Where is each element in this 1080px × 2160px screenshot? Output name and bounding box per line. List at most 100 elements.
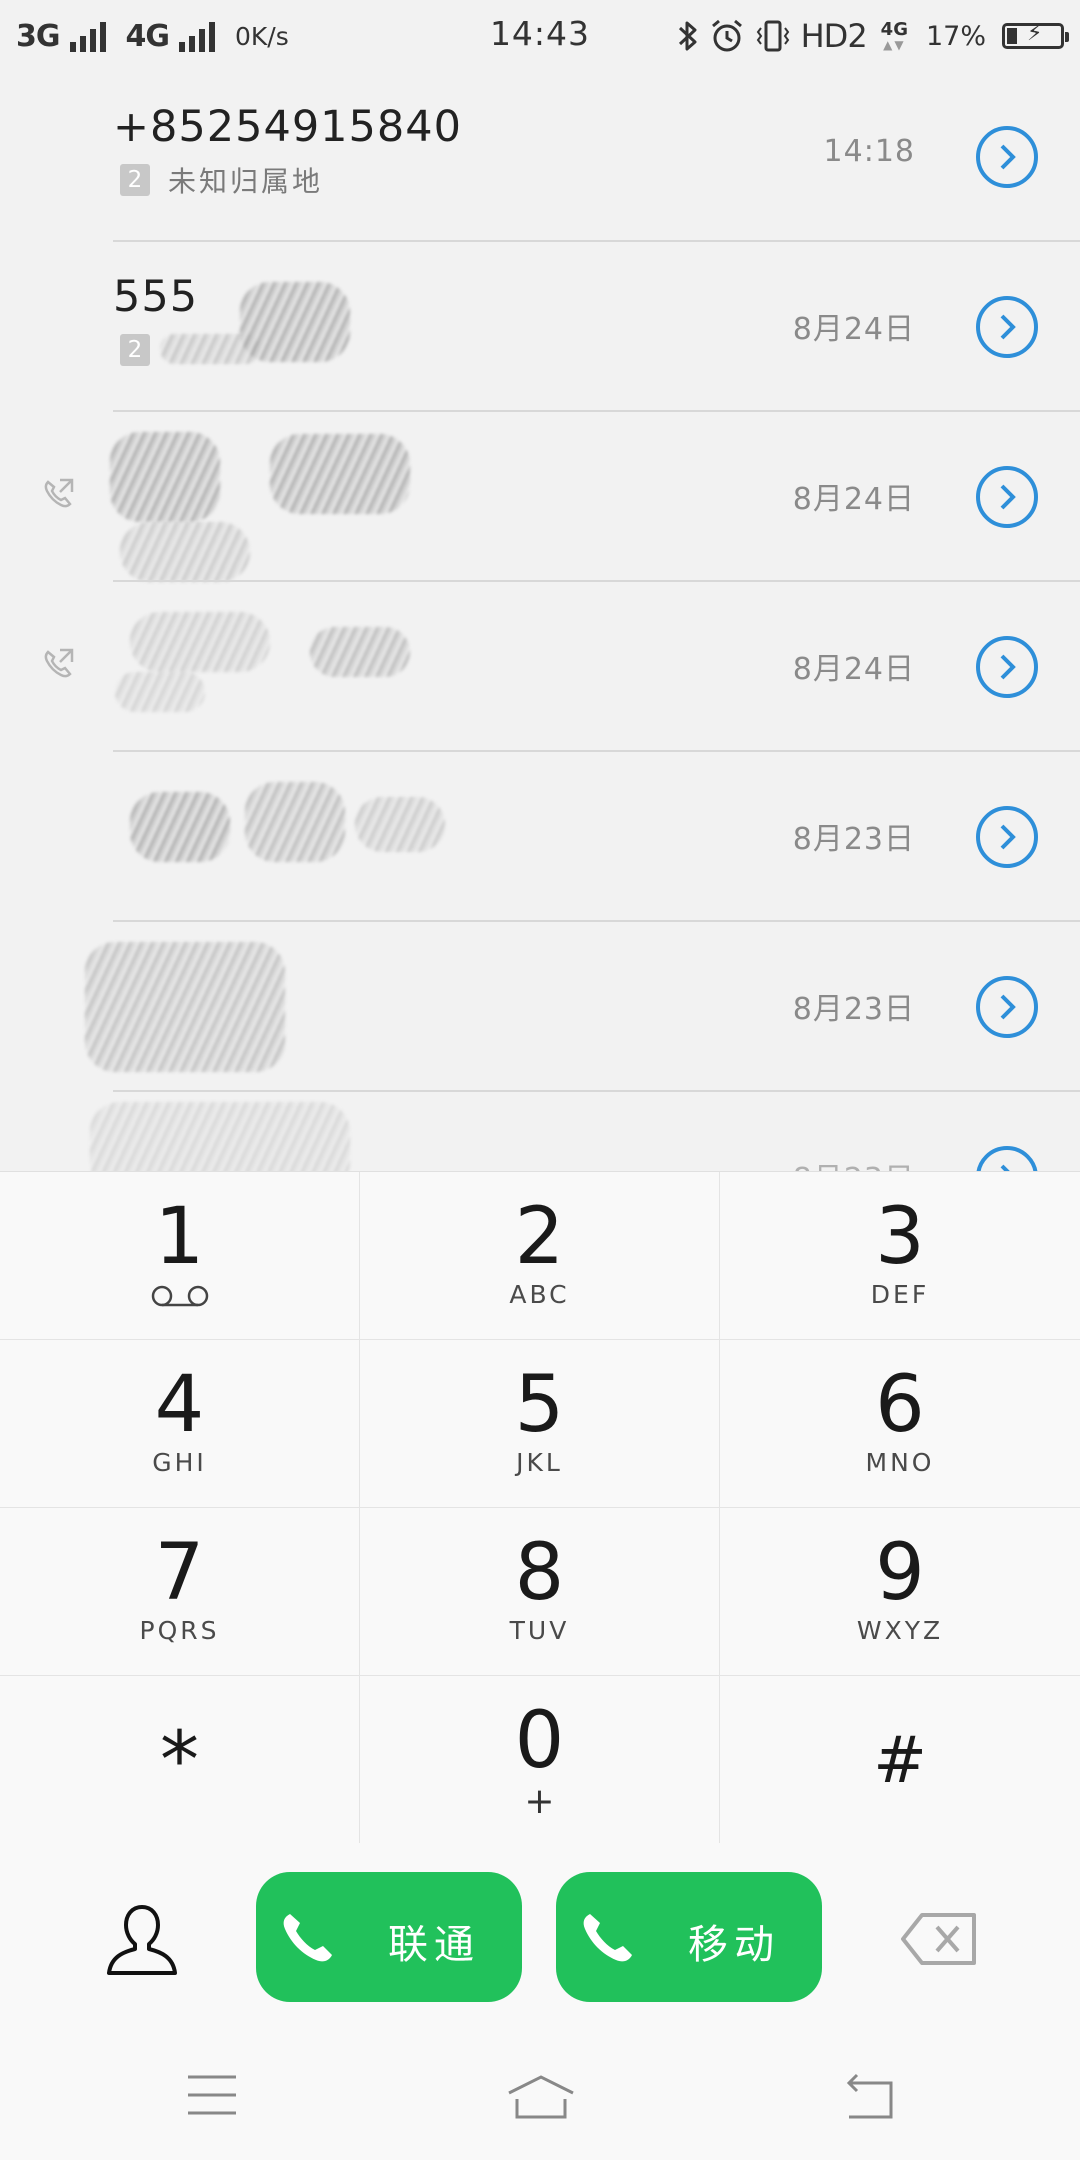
call-detail-button[interactable] bbox=[976, 1146, 1038, 1172]
key-letters: PQRS bbox=[139, 1616, 220, 1645]
call-detail-button[interactable] bbox=[976, 976, 1038, 1038]
dialpad-key-1[interactable]: 1 bbox=[0, 1172, 360, 1340]
dialpad-key-hash[interactable]: # bbox=[720, 1676, 1080, 1844]
outgoing-call-icon bbox=[44, 478, 74, 508]
call-detail-button[interactable] bbox=[976, 806, 1038, 868]
redaction-scribble bbox=[90, 1102, 350, 1172]
back-icon[interactable] bbox=[843, 2073, 895, 2121]
call-time: 8月23日 bbox=[792, 822, 915, 857]
call-log-list[interactable]: +85254915840 2 未知归属地 14:18 555 2 8月24日 8… bbox=[0, 72, 1080, 1172]
bluetooth-icon bbox=[678, 21, 697, 51]
alarm-icon bbox=[711, 19, 742, 52]
call-time-partial: 8月23日 bbox=[793, 1154, 915, 1172]
key-letters: TUV bbox=[509, 1616, 570, 1645]
dialpad-key-5[interactable]: 5 JKL bbox=[360, 1340, 720, 1508]
chevron-right-icon bbox=[1000, 314, 1016, 340]
key-letters: + bbox=[524, 1781, 555, 1822]
call-number: +85254915840 bbox=[113, 102, 462, 152]
key-digit: 6 bbox=[875, 1360, 925, 1450]
key-letters: GHI bbox=[152, 1448, 207, 1477]
dialpad-key-7[interactable]: 7 PQRS bbox=[0, 1508, 360, 1676]
dialpad-key-8[interactable]: 8 TUV bbox=[360, 1508, 720, 1676]
home-icon[interactable] bbox=[505, 2073, 577, 2121]
key-digit: 8 bbox=[514, 1528, 565, 1618]
call-time: 8月24日 bbox=[792, 482, 915, 517]
outgoing-call-icon bbox=[44, 648, 74, 678]
chevron-right-icon bbox=[1000, 824, 1016, 850]
key-digit: * bbox=[160, 1716, 199, 1806]
dialpad: 1 2 ABC 3 DEF 4 GHI 5 JKL 6 MNO 7 PQRS 8… bbox=[0, 1171, 1080, 1844]
call-log-row[interactable]: +85254915840 2 未知归属地 14:18 bbox=[0, 72, 1080, 242]
chevron-right-icon bbox=[1000, 994, 1016, 1020]
battery-percent: 17% bbox=[925, 20, 986, 52]
dialpad-key-star[interactable]: * bbox=[0, 1676, 360, 1844]
dialpad-key-4[interactable]: 4 GHI bbox=[0, 1340, 360, 1508]
call-detail-button[interactable] bbox=[976, 296, 1038, 358]
key-letters: JKL bbox=[516, 1448, 563, 1477]
action-bar: 联通 移动 bbox=[0, 1843, 1080, 2033]
call-detail-button[interactable] bbox=[976, 126, 1038, 188]
redaction-scribble bbox=[130, 792, 230, 862]
dialpad-key-0[interactable]: 0 + bbox=[360, 1676, 720, 1844]
call-time: 8月24日 bbox=[792, 312, 915, 347]
key-letters: WXYZ bbox=[856, 1616, 944, 1645]
sim-badge: 2 bbox=[120, 334, 150, 366]
call-log-row[interactable]: 8月23日 bbox=[0, 1092, 1080, 1172]
key-digit: 7 bbox=[154, 1528, 205, 1618]
chevron-right-icon bbox=[1000, 654, 1016, 680]
key-digit: 0 bbox=[514, 1696, 565, 1786]
redaction-scribble bbox=[115, 672, 205, 712]
call-log-row[interactable]: 8月24日 bbox=[0, 582, 1080, 752]
redaction-scribble bbox=[245, 782, 345, 862]
dialer-screen: 3G 4G 0K/s 14:43 HD2 4G ▲▼ 17% ⚡ +852549… bbox=[0, 0, 1080, 2160]
battery-charging-icon: ⚡ bbox=[1002, 21, 1069, 49]
data-network-label: 4G bbox=[880, 19, 908, 40]
dialpad-key-6[interactable]: 6 MNO bbox=[720, 1340, 1080, 1508]
key-letters: ABC bbox=[509, 1280, 570, 1309]
call-log-row[interactable]: 8月24日 bbox=[0, 412, 1080, 582]
call-detail-button[interactable] bbox=[976, 466, 1038, 528]
call-sim2-label: 移动 bbox=[688, 1922, 780, 1968]
key-digit: 5 bbox=[514, 1360, 565, 1450]
phone-icon bbox=[283, 1914, 332, 1962]
call-log-row[interactable]: 555 2 8月24日 bbox=[0, 242, 1080, 412]
call-time: 8月23日 bbox=[792, 992, 915, 1027]
key-digit: 1 bbox=[154, 1192, 205, 1282]
call-log-row[interactable]: 8月23日 bbox=[0, 922, 1080, 1092]
call-sim1-label: 联通 bbox=[388, 1922, 480, 1968]
voicemail-icon bbox=[151, 1285, 209, 1307]
status-bar: 3G 4G 0K/s 14:43 HD2 4G ▲▼ 17% ⚡ bbox=[0, 0, 1080, 72]
redaction-scribble bbox=[270, 434, 410, 514]
phone-icon bbox=[583, 1914, 632, 1962]
person-icon[interactable] bbox=[105, 1901, 179, 1979]
call-detail-button[interactable] bbox=[976, 636, 1038, 698]
data-network-indicator: 4G ▲▼ bbox=[880, 19, 908, 52]
data-activity-icon: ▲▼ bbox=[883, 38, 906, 52]
menu-icon[interactable] bbox=[186, 2073, 238, 2117]
key-digit: 9 bbox=[875, 1528, 925, 1618]
call-log-row[interactable]: 8月23日 bbox=[0, 752, 1080, 922]
key-digit: 4 bbox=[154, 1360, 205, 1450]
volte-hd-label: HD2 bbox=[800, 17, 868, 55]
call-time: 8月24日 bbox=[792, 652, 915, 687]
key-digit: 2 bbox=[514, 1192, 565, 1282]
dialpad-key-3[interactable]: 3 DEF bbox=[720, 1172, 1080, 1340]
chevron-right-icon bbox=[1000, 144, 1016, 170]
redaction-scribble bbox=[160, 334, 260, 364]
key-digit: # bbox=[873, 1724, 927, 1798]
call-sim2-button[interactable]: 移动 bbox=[556, 1872, 822, 2002]
key-digit: 3 bbox=[875, 1192, 925, 1282]
call-time: 14:18 bbox=[823, 134, 915, 169]
system-nav-bar bbox=[0, 2033, 1080, 2160]
chevron-right-icon bbox=[1000, 484, 1016, 510]
redaction-scribble bbox=[110, 432, 220, 522]
call-sim1-button[interactable]: 联通 bbox=[256, 1872, 522, 2002]
status-right: HD2 4G ▲▼ 17% ⚡ bbox=[677, 14, 1069, 58]
dialpad-key-9[interactable]: 9 WXYZ bbox=[720, 1508, 1080, 1676]
key-letters: DEF bbox=[870, 1280, 930, 1309]
sim-badge: 2 bbox=[120, 164, 150, 196]
redaction-scribble bbox=[120, 522, 250, 582]
redaction-scribble bbox=[130, 612, 270, 672]
dialpad-key-2[interactable]: 2 ABC bbox=[360, 1172, 720, 1340]
backspace-icon[interactable] bbox=[900, 1911, 978, 1967]
